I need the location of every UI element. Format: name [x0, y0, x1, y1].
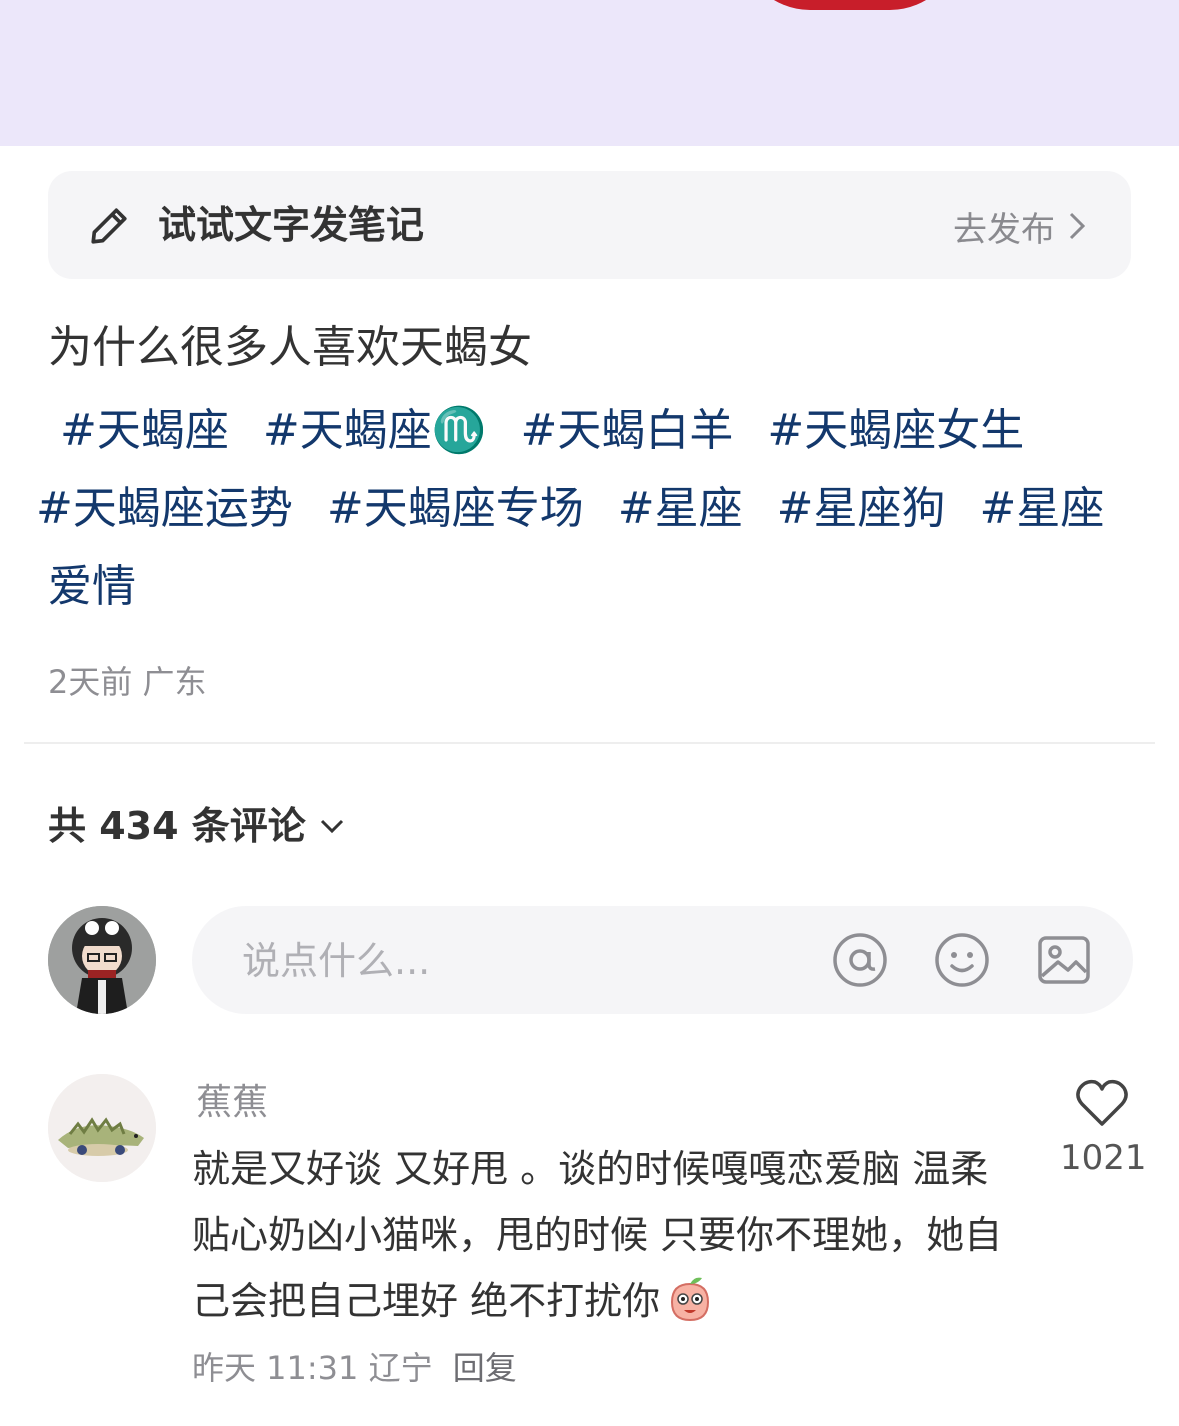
heart-icon[interactable]: [1075, 1078, 1129, 1128]
text-note-prompt[interactable]: 试试文字发笔记 去发布: [48, 171, 1131, 279]
publish-button[interactable]: 去发布: [953, 201, 1085, 251]
post-title: 为什么很多人喜欢天蝎女: [48, 322, 532, 373]
my-avatar[interactable]: [48, 906, 156, 1014]
post-image-red-shape: [740, 0, 960, 10]
tag-list: #天蝎座 #天蝎座♏️ #天蝎白羊 #天蝎座女生 #天蝎座运势 #天蝎座专场 #星座 #星座…: [36, 392, 1138, 626]
at-icon[interactable]: [832, 932, 888, 988]
prompt-text: 试试文字发笔记: [158, 203, 425, 247]
comment-input-box[interactable]: [192, 906, 1133, 1014]
comment-sort-toggle[interactable]: 共 434 条评论: [48, 800, 344, 852]
divider: [24, 742, 1155, 744]
comment-input[interactable]: [240, 932, 804, 990]
post-location: 广东: [142, 663, 207, 701]
post-time: 2天前: [48, 663, 133, 701]
hashtag[interactable]: #天蝎座专场: [327, 483, 584, 534]
hashtag[interactable]: #天蝎座女生: [767, 405, 1024, 456]
emoji-icon[interactable]: [934, 932, 990, 988]
post-image-bottom[interactable]: [0, 0, 1179, 146]
hashtag[interactable]: #天蝎座♏️: [263, 405, 487, 456]
comment-count-label: 共 434 条评论: [48, 804, 306, 848]
comment-body: 就是又好谈 又好甩 。谈的时候嘎嘎恋爱脑 温柔贴心奶凶小猫咪，甩的时候 只要你不…: [192, 1136, 1022, 1334]
chevron-down-icon: [320, 819, 343, 834]
hashtag[interactable]: #天蝎座运势: [36, 483, 293, 534]
chevron-right-icon: [1069, 212, 1085, 240]
hashtag[interactable]: #天蝎白羊: [521, 405, 734, 456]
commenter-avatar[interactable]: [48, 1074, 156, 1182]
comment-time: 昨天 11:31: [192, 1349, 359, 1387]
reply-button[interactable]: 回复: [453, 1349, 517, 1387]
post-meta: 2天前 广东: [48, 660, 207, 704]
like-count: 1021: [1060, 1138, 1147, 1178]
hashtag[interactable]: #星座: [618, 483, 743, 534]
pencil-icon: [91, 208, 127, 244]
hashtag[interactable]: #星座狗: [777, 483, 946, 534]
hashtag[interactable]: #天蝎座: [60, 405, 229, 456]
publish-label: 去发布: [953, 209, 1055, 250]
avatar-illustration: [48, 906, 156, 1014]
comment-text: 就是又好谈 又好甩 。谈的时候嘎嘎恋爱脑 温柔贴心奶凶小猫咪，甩的时候 只要你不…: [192, 1147, 1003, 1323]
like-control[interactable]: 1021: [1060, 1078, 1147, 1182]
avatar-illustration: [48, 1074, 156, 1182]
commenter-name[interactable]: 蕉蕉: [196, 1078, 268, 1128]
comment-location: 辽宁: [368, 1349, 433, 1387]
peach-emoji-icon: [671, 1277, 710, 1322]
image-icon[interactable]: [1036, 932, 1092, 988]
comment-meta: 昨天 11:31 辽宁 回复: [192, 1344, 517, 1392]
